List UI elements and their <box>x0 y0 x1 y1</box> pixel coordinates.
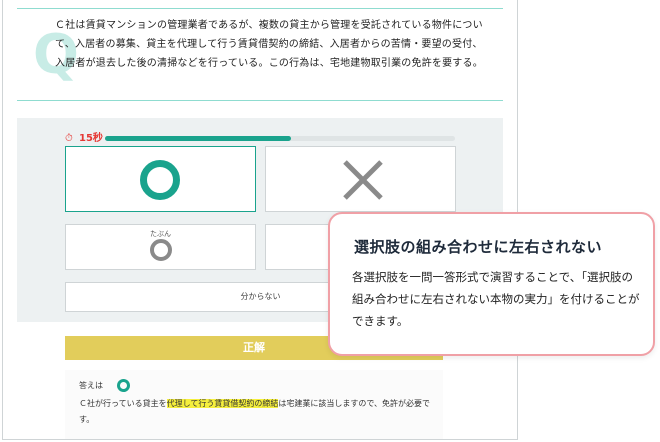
question-top-rule <box>17 8 503 9</box>
callout-title: 選択肢の組み合わせに左右されない <box>354 238 603 256</box>
option-maru-button[interactable] <box>65 146 256 212</box>
answer-prefix: 答えは <box>79 381 103 390</box>
answer-maru-icon <box>117 379 130 392</box>
explanation-text: Ｃ社が行っている貸主を代理して行う賃貸借契約の締結は宅建業に該当しますので、免許… <box>79 396 435 428</box>
callout-body: 各選択肢を一問一答形式で演習することで、「選択肢の組み合わせに左右されない本物の… <box>352 270 640 328</box>
option-tabun-maru-button[interactable]: たぶん <box>65 224 256 270</box>
explanation-highlight: 代理して行う賃貸借契約の締結 <box>166 399 279 408</box>
question-text: Ｃ社は賃貸マンションの管理業者であるが、複数の貸主から管理を受託されている物件に… <box>55 20 483 69</box>
option-batsu-button[interactable] <box>265 146 456 212</box>
tabun-label: たぶん <box>150 230 171 238</box>
timer-track <box>105 136 455 141</box>
batsu-icon <box>343 160 383 200</box>
maru-icon <box>140 160 180 200</box>
explanation-before: Ｃ社が行っている貸主を <box>79 399 167 408</box>
explanation-panel: 答えは Ｃ社が行っている貸主を代理して行う賃貸借契約の締結は宅建業に該当しますの… <box>65 370 443 439</box>
question-bottom-rule <box>17 100 503 101</box>
stopwatch-icon: ⏱ <box>65 133 73 144</box>
small-maru-icon <box>150 239 172 261</box>
timer: ⏱ 15秒 <box>65 132 457 146</box>
timer-progress-bar <box>105 136 291 141</box>
timer-label: 15秒 <box>79 133 103 144</box>
feature-callout: 選択肢の組み合わせに左右されない 各選択肢を一問一答形式で演習することで、「選択… <box>328 212 655 356</box>
